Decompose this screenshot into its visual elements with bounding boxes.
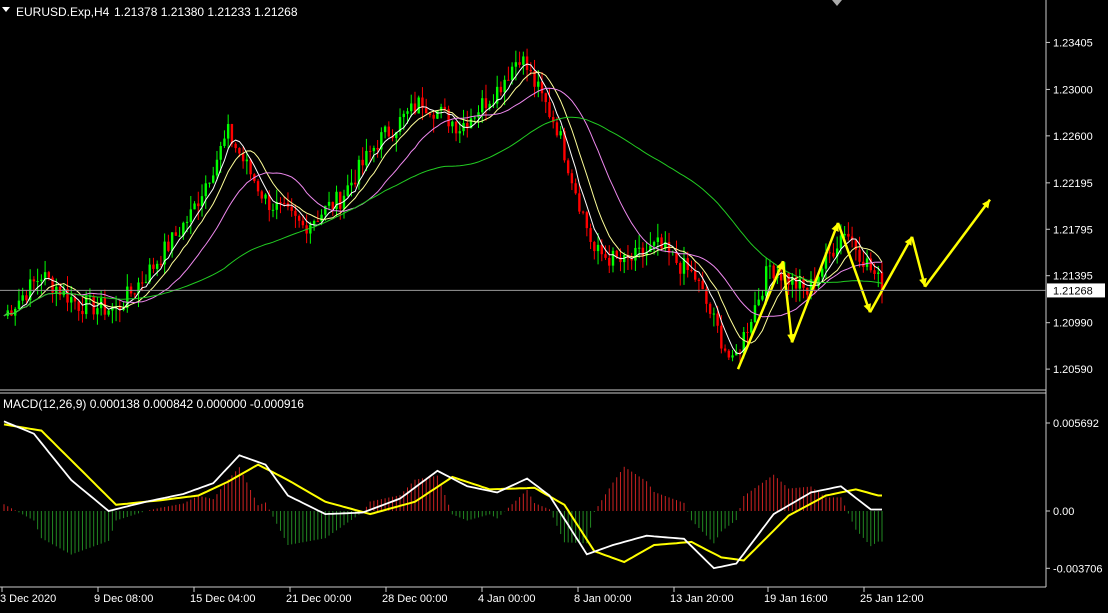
time-tick-label: 4 Jan 00:00 [478, 593, 536, 605]
price-tick-label: 1.21795 [1053, 224, 1093, 236]
trading-chart-window[interactable]: EURUSD.Exp,H4 1.21378 1.21380 1.21233 1.… [0, 0, 1108, 608]
time-tick-label: 15 Dec 04:00 [190, 593, 255, 605]
price-tick-label: 1.21395 [1053, 271, 1093, 283]
macd-tick-label: -0.003706 [1053, 563, 1103, 575]
chart-background [0, 0, 1108, 608]
candle [436, 110, 439, 120]
time-tick-label: 3 Dec 2020 [0, 593, 56, 605]
price-tick-label: 1.22600 [1053, 131, 1093, 143]
candle [566, 158, 570, 176]
ohlc-values: 1.21378 1.21380 1.21233 1.21268 [114, 5, 298, 19]
time-tick-label: 9 Dec 08:00 [94, 593, 153, 605]
current-price-label: 1.21268 [1053, 285, 1093, 297]
time-tick-label: 19 Jan 16:00 [764, 593, 828, 605]
candle [772, 263, 775, 281]
chart-canvas[interactable]: EURUSD.Exp,H4 1.21378 1.21380 1.21233 1.… [0, 0, 1108, 608]
time-tick-label: 25 Jan 12:00 [860, 593, 924, 605]
time-tick-label: 28 Dec 00:00 [382, 593, 447, 605]
macd-indicator-label: MACD(12,26,9) 0.000138 0.000842 0.000000… [3, 397, 304, 411]
symbol-label: EURUSD.Exp,H4 [16, 5, 110, 19]
price-tick-label: 1.20590 [1053, 364, 1093, 376]
price-tick-label: 1.23405 [1053, 37, 1093, 49]
price-tick-label: 1.23000 [1053, 84, 1093, 96]
price-tick-label: 1.22195 [1053, 178, 1093, 190]
time-tick-label: 13 Jan 20:00 [670, 593, 734, 605]
macd-tick-label: 0.005692 [1053, 418, 1099, 430]
candle [417, 95, 420, 114]
time-tick-label: 21 Dec 00:00 [286, 593, 351, 605]
macd-tick-label: 0.00 [1053, 506, 1074, 518]
time-tick-label: 8 Jan 00:00 [574, 593, 632, 605]
price-tick-label: 1.20990 [1053, 318, 1093, 330]
